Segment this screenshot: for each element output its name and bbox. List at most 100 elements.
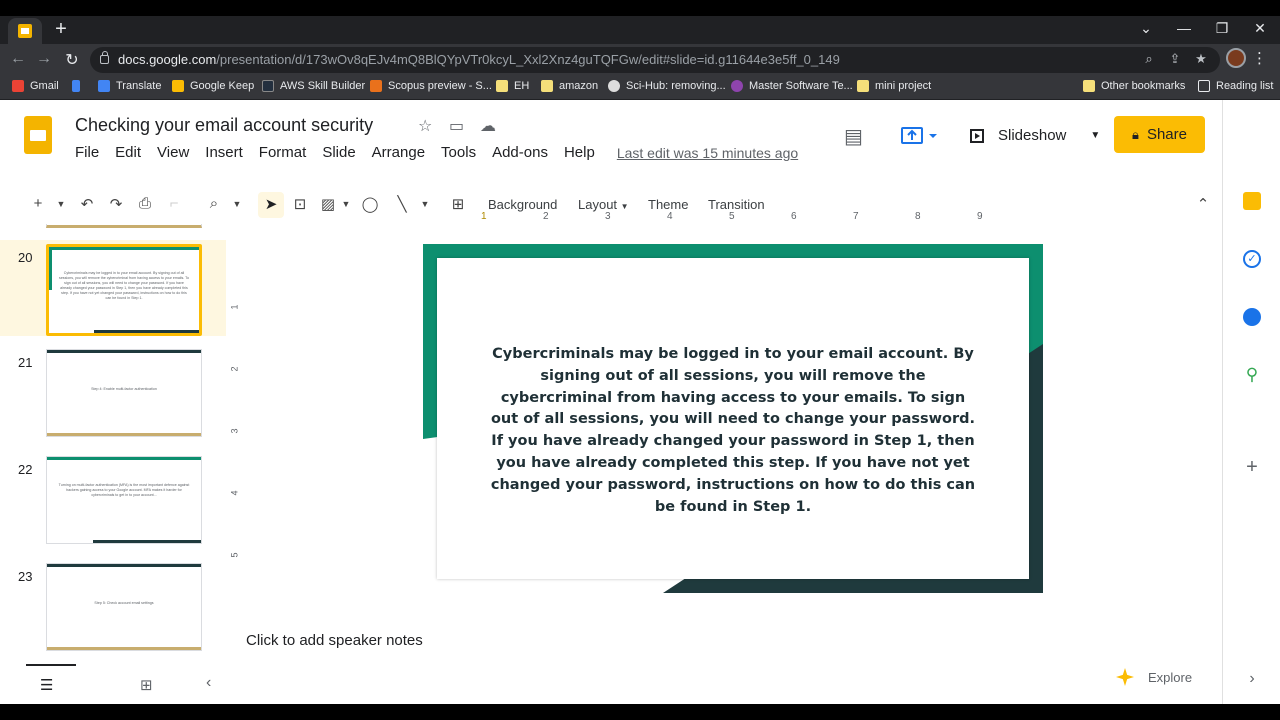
bookmark-gmail[interactable]: Gmail	[12, 80, 59, 92]
folder-icon	[496, 80, 508, 92]
bookmark-eh[interactable]: EH	[496, 80, 529, 92]
image-dropdown-icon[interactable]: ▼	[336, 199, 356, 209]
cloud-saved-icon[interactable]: ☁	[480, 116, 496, 136]
side-panel: ✓ ⚲ + ›	[1222, 100, 1280, 704]
bookmark-feather[interactable]	[72, 80, 86, 92]
move-folder-icon[interactable]: ▭	[449, 116, 464, 136]
zoom-icon[interactable]: ⌕	[1140, 51, 1158, 67]
ruler-mark: 7	[853, 211, 859, 222]
forward-icon[interactable]: →	[34, 50, 54, 68]
reload-icon[interactable]: ↻	[62, 50, 82, 70]
chevron-down-icon[interactable]: ▼	[1090, 130, 1100, 141]
speaker-notes[interactable]: Click to add speaker notes	[246, 632, 423, 649]
new-tab-icon[interactable]: +	[50, 18, 72, 40]
slide-thumbnail-20[interactable]: Cybercriminals may be logged in to your …	[46, 244, 202, 336]
bookmark-aws[interactable]: AWS Skill Builder	[262, 80, 365, 92]
aws-icon	[262, 80, 274, 92]
view-divider	[26, 664, 76, 666]
filmstrip-view-icon[interactable]: ☰	[40, 676, 53, 694]
tab-search-icon[interactable]: ⌄	[1136, 20, 1156, 37]
paint-format-icon[interactable]: ⌐	[164, 195, 184, 212]
menu-file[interactable]: File	[75, 144, 99, 166]
keep-icon	[172, 80, 184, 92]
bookmark-translate[interactable]: Translate	[98, 80, 161, 92]
undo-icon[interactable]: ↶	[77, 195, 97, 213]
menu-add-ons[interactable]: Add-ons	[492, 144, 548, 166]
slides-logo-icon[interactable]	[24, 116, 52, 154]
bookmark-amazon[interactable]: amazon	[541, 80, 598, 92]
line-dropdown-icon[interactable]: ▼	[415, 199, 435, 209]
menu-slide[interactable]: Slide	[322, 144, 355, 166]
maximize-icon[interactable]: ❐	[1212, 20, 1232, 37]
thumb-dark-band	[47, 350, 201, 353]
maps-icon[interactable]: ⚲	[1243, 366, 1261, 384]
zoom-dropdown-icon[interactable]: ▼	[227, 199, 247, 209]
menu-view[interactable]: View	[157, 144, 189, 166]
slide-thumbnail-22[interactable]: Turning on multi-factor authentication (…	[46, 456, 202, 544]
slide-thumbnail-21[interactable]: Step 4: Enable multi-factor authenticati…	[46, 349, 202, 437]
bookmark-google-keep[interactable]: Google Keep	[172, 80, 254, 92]
collapse-menus-icon[interactable]: ⌃	[1193, 195, 1213, 213]
slide-thumbnail-23[interactable]: Step 5: Check account email settings	[46, 563, 202, 651]
explore-button[interactable]: Explore	[1116, 668, 1192, 686]
slide-body-text[interactable]: Cybercriminals may be logged in to your …	[487, 344, 979, 518]
tasks-icon[interactable]: ✓	[1243, 250, 1261, 268]
theme-button[interactable]: Theme	[648, 197, 688, 212]
ruler-mark: 2	[543, 211, 549, 222]
star-icon[interactable]: ☆	[418, 116, 432, 136]
back-icon[interactable]: ←	[8, 50, 28, 68]
zoom-icon[interactable]: ⌕	[204, 195, 224, 212]
expand-panel-icon[interactable]: ›	[1243, 670, 1261, 688]
slide-thumbnail-partial[interactable]	[46, 224, 202, 228]
grid-view-icon[interactable]: ⊞	[140, 676, 153, 694]
menu-format[interactable]: Format	[259, 144, 307, 166]
menu-tools[interactable]: Tools	[441, 144, 476, 166]
bookmark-master-software[interactable]: Master Software Te...	[731, 80, 853, 92]
bookmark-mini-project[interactable]: mini project	[857, 80, 931, 92]
keep-icon[interactable]	[1243, 192, 1261, 210]
new-slide-dropdown-icon[interactable]: ▼	[51, 199, 71, 209]
slideshow-button[interactable]: Slideshow ▼	[970, 127, 1100, 144]
browser-menu-icon[interactable]: ⋮	[1252, 49, 1267, 67]
menu-help[interactable]: Help	[564, 144, 595, 166]
bookmark-sci-hub[interactable]: Sci-Hub: removing...	[608, 80, 726, 92]
background-button[interactable]: Background	[488, 197, 557, 212]
hide-filmstrip-icon[interactable]: ‹	[206, 674, 211, 692]
slide-canvas[interactable]: Cybercriminals may be logged in to your …	[423, 244, 1043, 593]
line-icon[interactable]: ╲	[392, 195, 412, 213]
comment-history-icon[interactable]: ▤	[844, 124, 863, 149]
profile-avatar[interactable]	[1226, 48, 1246, 68]
menu-insert[interactable]: Insert	[205, 144, 243, 166]
reading-list[interactable]: Reading list	[1198, 80, 1273, 92]
add-addon-icon[interactable]: +	[1243, 457, 1261, 477]
url-input[interactable]: docs.google.com/presentation/d/173wOv8qE…	[90, 47, 1220, 73]
browser-tab[interactable]	[8, 18, 42, 44]
bookmarks-bar: Gmail Translate Google Keep AWS Skill Bu…	[0, 76, 1280, 100]
shape-icon[interactable]: ◯	[360, 195, 380, 213]
document-title[interactable]: Checking your email account security	[75, 115, 373, 136]
share-button[interactable]: 🔒︎ Share	[1114, 116, 1205, 153]
image-icon[interactable]: ▨	[318, 195, 338, 213]
print-icon[interactable]: ⎙	[135, 195, 155, 212]
select-arrow-icon[interactable]: ➤	[258, 192, 284, 218]
ruler-mark: 1	[481, 211, 487, 222]
last-edit-link[interactable]: Last edit was 15 minutes ago	[617, 145, 798, 166]
present-to-meeting-button[interactable]	[900, 126, 944, 146]
menu-arrange[interactable]: Arrange	[372, 144, 425, 166]
menu-edit[interactable]: Edit	[115, 144, 141, 166]
bookmark-scopus[interactable]: Scopus preview - S...	[370, 80, 492, 92]
folder-icon	[857, 80, 869, 92]
transition-button[interactable]: Transition	[708, 197, 765, 212]
contacts-icon[interactable]	[1243, 308, 1261, 326]
text-box-icon[interactable]: ⊡	[290, 195, 310, 213]
layout-button[interactable]: Layout ▼	[578, 197, 629, 212]
thumb-text: Turning on multi-factor authentication (…	[58, 483, 190, 497]
close-icon[interactable]: ✕	[1250, 20, 1270, 37]
redo-icon[interactable]: ↷	[106, 195, 126, 213]
other-bookmarks[interactable]: Other bookmarks	[1083, 80, 1185, 92]
thumb-teal-band	[49, 247, 199, 250]
minimize-icon[interactable]: —	[1174, 20, 1194, 36]
new-slide-icon[interactable]: +	[28, 195, 48, 212]
bookmark-star-icon[interactable]: ★	[1192, 51, 1210, 67]
share-page-icon[interactable]: ⇪	[1166, 51, 1184, 67]
